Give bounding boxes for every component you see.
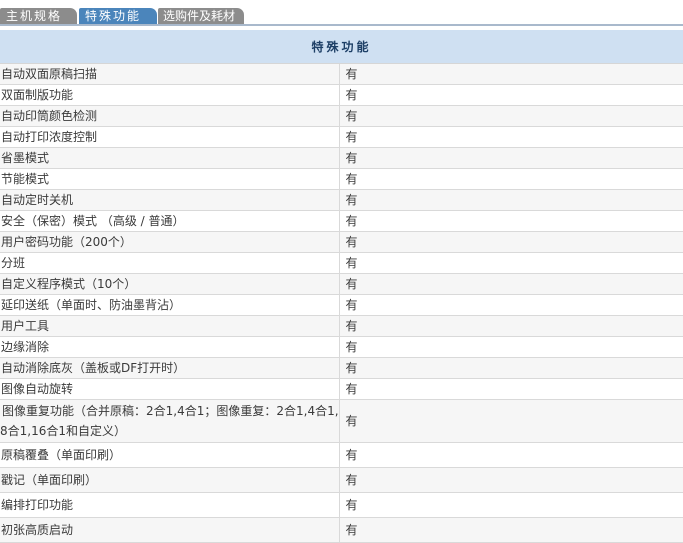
table-row: 双面制版功能 有 <box>0 84 683 106</box>
feature-value: 有 <box>339 210 683 232</box>
feature-label: 用户工具 <box>0 315 340 337</box>
feature-value: 有 <box>339 189 683 211</box>
feature-label: 戳记（单面印刷） <box>0 467 340 493</box>
feature-value: 有 <box>339 63 683 85</box>
table-row: 初张高质启动 有 <box>0 517 683 543</box>
feature-value: 有 <box>339 336 683 358</box>
feature-value: 有 <box>339 126 683 148</box>
table-row: 用户工具 有 <box>0 315 683 337</box>
feature-label: 延印送纸（单面时、防油墨背沾） <box>0 294 340 316</box>
feature-label: 自动印筒颜色检测 <box>0 105 340 127</box>
feature-label: 自动双面原稿扫描 <box>0 63 340 85</box>
feature-label-line-1: 图像重复功能（合并原稿：2合1,4合1；图像重复：2合1,4合1, <box>2 404 339 418</box>
feature-label: 原稿覆叠（单面印刷） <box>0 442 340 468</box>
table-row: 边缘消除 有 <box>0 336 683 358</box>
feature-label: 边缘消除 <box>0 336 340 358</box>
feature-value: 有 <box>339 252 683 274</box>
feature-label: 安全（保密）模式 （高级 / 普通） <box>0 210 340 232</box>
feature-value: 有 <box>339 168 683 190</box>
feature-value: 有 <box>339 294 683 316</box>
feature-value: 有 <box>339 399 683 443</box>
table-row: 安全（保密）模式 （高级 / 普通） 有 <box>0 210 683 232</box>
table-row: 原稿覆叠（单面印刷） 有 <box>0 442 683 468</box>
tab-bar: 主机规格 特殊功能 选购件及耗材 <box>0 0 683 26</box>
table-row: 自动定时关机 有 <box>0 189 683 211</box>
feature-value: 有 <box>339 315 683 337</box>
feature-value: 有 <box>339 105 683 127</box>
feature-label: 图像自动旋转 <box>0 378 340 400</box>
table-row: 分班 有 <box>0 252 683 274</box>
tab-special-functions[interactable]: 特殊功能 <box>79 8 157 24</box>
table-row: 用户密码功能（200个） 有 <box>0 231 683 253</box>
table-row: 省墨模式 有 <box>0 147 683 169</box>
feature-value: 有 <box>339 517 683 543</box>
feature-label: 自动定时关机 <box>0 189 340 211</box>
feature-value: 有 <box>339 492 683 518</box>
feature-label-line-2: 8合1,16合1和自定义） <box>0 424 126 438</box>
spec-table: 特殊功能 自动双面原稿扫描 有 双面制版功能 有 自动印筒颜色检测 有 自动打印… <box>0 30 683 543</box>
table-header: 特殊功能 <box>0 30 683 64</box>
feature-value: 有 <box>339 442 683 468</box>
table-row: 图像自动旋转 有 <box>0 378 683 400</box>
tab-options-consumables[interactable]: 选购件及耗材 <box>158 8 244 24</box>
table-row: 自动打印浓度控制 有 <box>0 126 683 148</box>
feature-label: 编排打印功能 <box>0 492 340 518</box>
table-row: 自动双面原稿扫描 有 <box>0 63 683 85</box>
feature-value: 有 <box>339 147 683 169</box>
feature-label: 省墨模式 <box>0 147 340 169</box>
feature-value: 有 <box>339 357 683 379</box>
table-row: 节能模式 有 <box>0 168 683 190</box>
feature-value: 有 <box>339 467 683 493</box>
feature-label: 自定义程序模式（10个） <box>0 273 340 295</box>
table-row: 图像重复功能（合并原稿：2合1,4合1；图像重复：2合1,4合1, 8合1,16… <box>0 399 683 443</box>
feature-label: 双面制版功能 <box>0 84 340 106</box>
feature-label: 初张高质启动 <box>0 517 340 543</box>
table-row: 延印送纸（单面时、防油墨背沾） 有 <box>0 294 683 316</box>
feature-label: 节能模式 <box>0 168 340 190</box>
feature-value: 有 <box>339 273 683 295</box>
feature-label: 用户密码功能（200个） <box>0 231 340 253</box>
feature-label: 分班 <box>0 252 340 274</box>
table-row: 自定义程序模式（10个） 有 <box>0 273 683 295</box>
feature-label: 自动打印浓度控制 <box>0 126 340 148</box>
feature-label: 图像重复功能（合并原稿：2合1,4合1；图像重复：2合1,4合1, 8合1,16… <box>0 399 340 443</box>
feature-label: 自动消除底灰（盖板或DF打开时） <box>0 357 340 379</box>
feature-value: 有 <box>339 231 683 253</box>
tab-host-specs[interactable]: 主机规格 <box>0 8 77 24</box>
table-row: 戳记（单面印刷） 有 <box>0 467 683 493</box>
feature-value: 有 <box>339 378 683 400</box>
table-row: 编排打印功能 有 <box>0 492 683 518</box>
table-row: 自动印筒颜色检测 有 <box>0 105 683 127</box>
table-row: 自动消除底灰（盖板或DF打开时） 有 <box>0 357 683 379</box>
feature-value: 有 <box>339 84 683 106</box>
